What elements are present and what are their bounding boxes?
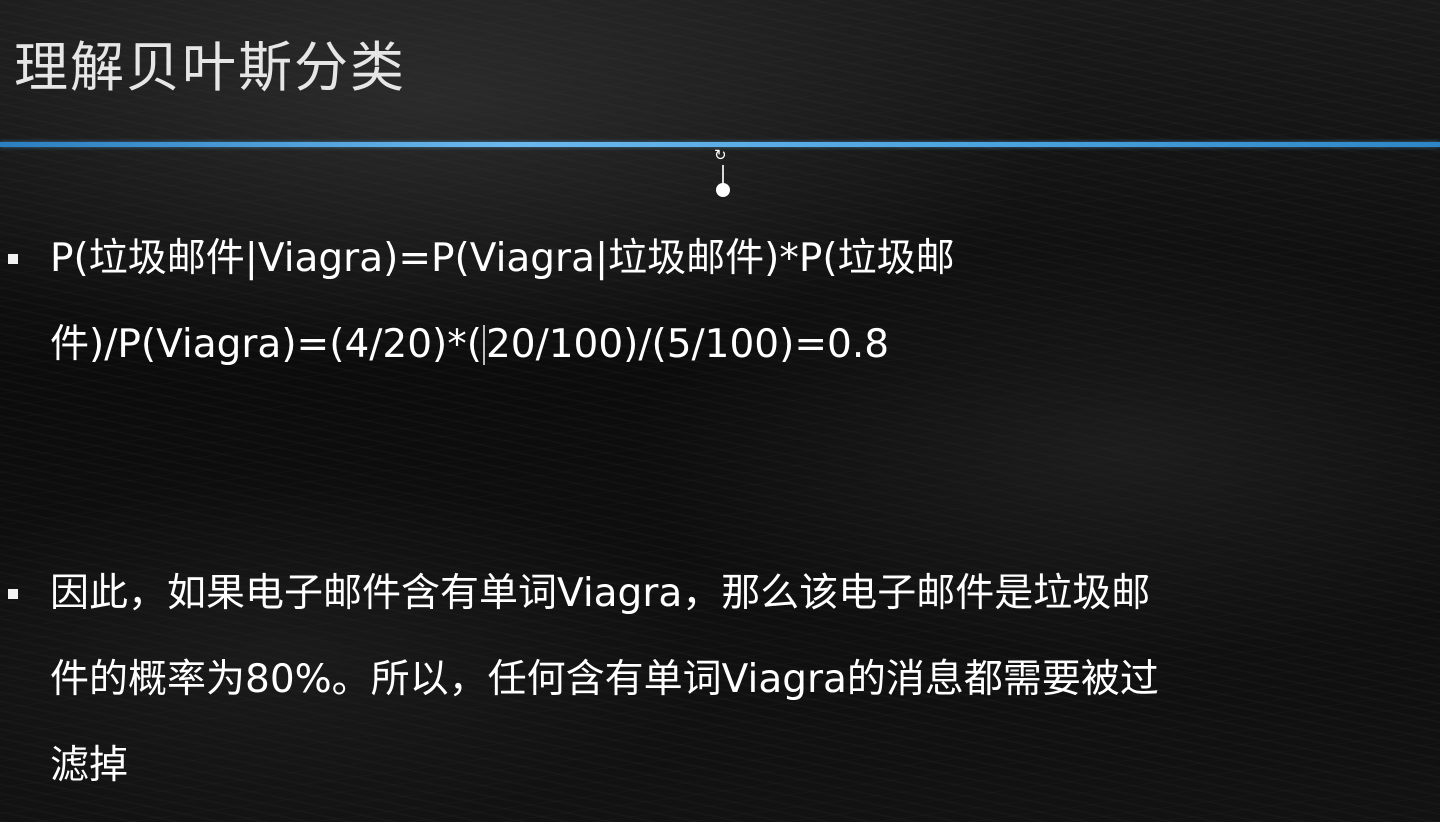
bullet-line: 件的概率为80%。所以，任何含有单词Viagra的消息都需要被过 <box>50 657 1159 702</box>
bullet-line-part: 件)/P(Viagra)=(4/20)*( <box>50 322 482 367</box>
bullet-text[interactable]: 因此，如果电子邮件含有单词Viagra，那么该电子邮件是垃圾邮 件的概率为80%… <box>50 551 1430 809</box>
rotate-icon[interactable]: ↻ <box>714 147 727 163</box>
bullet-line: 件)/P(Viagra)=(4/20)*(20/100)/(5/100)=0.8 <box>50 302 1430 388</box>
bullet-text[interactable]: P(垃圾邮件|Viagra)=P(Viagra|垃圾邮件)*P(垃圾邮 件)/P… <box>50 216 1430 388</box>
text-cursor <box>482 325 485 365</box>
slide-title[interactable]: 理解贝叶斯分类 <box>14 32 406 104</box>
handle-stem <box>722 165 724 185</box>
bullet-line: 滤掉 <box>50 743 129 788</box>
resize-handle[interactable] <box>716 183 730 197</box>
bullet-line-part: 20/100)/(5/100)=0.8 <box>485 322 890 367</box>
selection-rotate-handle[interactable]: ↻ <box>712 147 734 199</box>
bullet-line: P(垃圾邮件|Viagra)=P(Viagra|垃圾邮件)*P(垃圾邮 <box>50 236 955 281</box>
slide: 理解贝叶斯分类 ↻ P(垃圾邮件|Viagra)=P(Viagra|垃圾邮件)*… <box>0 0 1440 822</box>
bullet-marker <box>8 589 18 599</box>
bullet-line: 因此，如果电子邮件含有单词Viagra，那么该电子邮件是垃圾邮 <box>50 571 1151 616</box>
bullet-marker <box>8 254 18 264</box>
